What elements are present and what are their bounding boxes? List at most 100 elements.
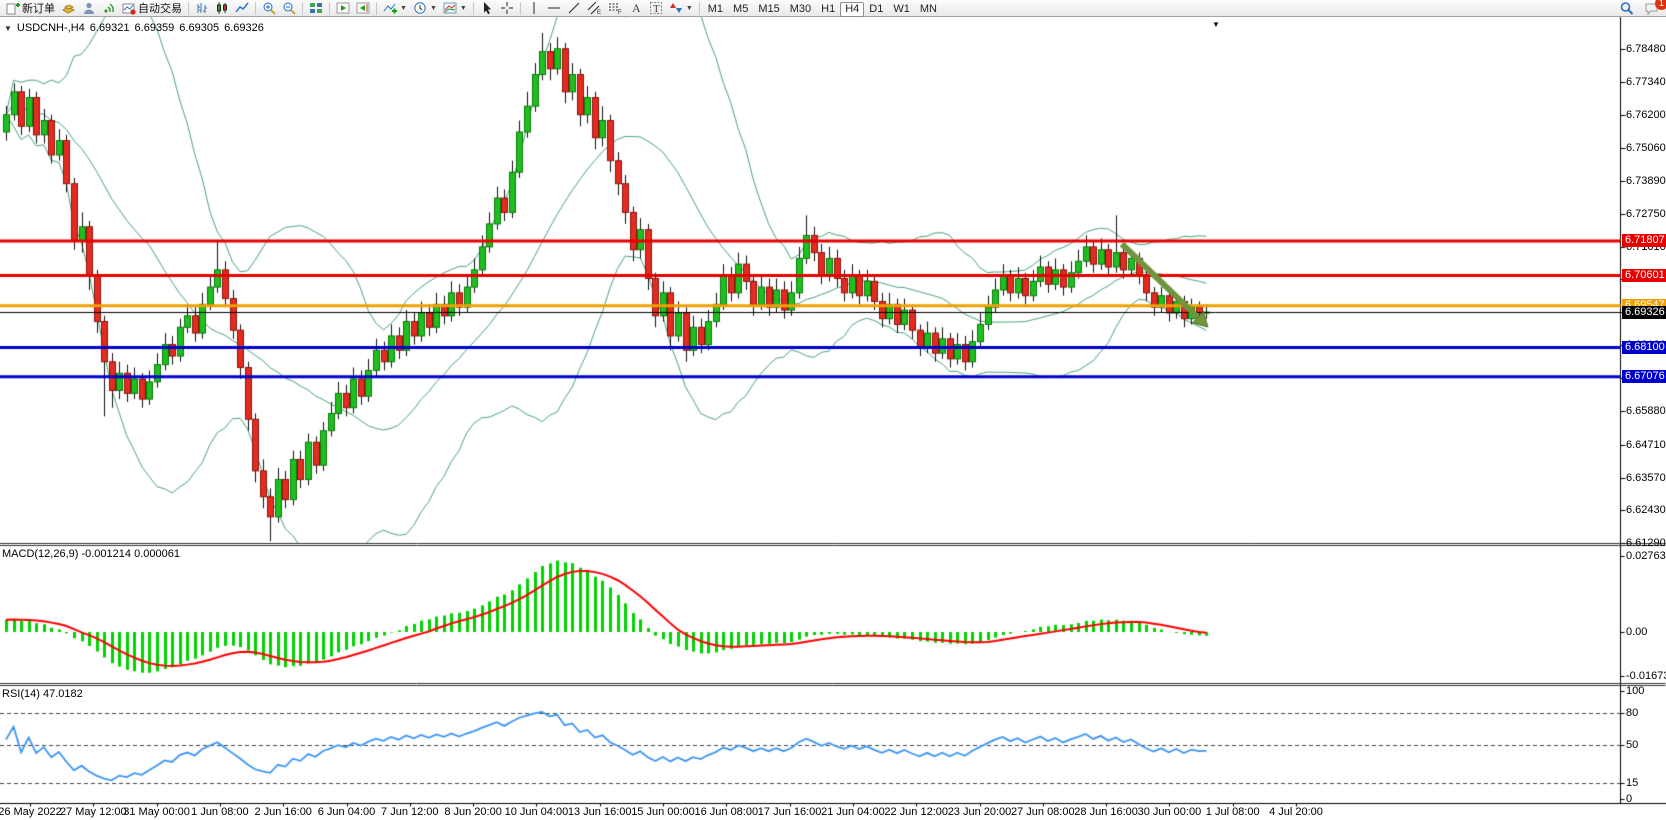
time-axis-label: 6 Jun 04:00 [318,806,376,818]
bar-chart-icon[interactable] [192,0,212,17]
chevron-down-icon: ▼ [430,5,437,12]
signals-icon[interactable] [99,0,119,17]
time-axis-label: 1 Jun 08:00 [191,806,249,818]
new-order-icon [6,1,20,15]
price-axis-label: 6.77340 [1626,76,1666,88]
hline-price-badge: 6.71807 [1622,234,1666,247]
time-axis-label: 27 May 12:00 [60,806,127,818]
svg-text:T: T [653,3,660,15]
indicators-icon[interactable]: ▼ [380,0,410,17]
chart-canvas[interactable] [0,0,1666,820]
toolbar-separator [699,2,700,15]
chevron-down-icon: ▼ [460,5,467,12]
hline-price-badge: 6.70601 [1622,269,1666,282]
toolbar-separator [302,2,303,15]
toolbar-separator [473,2,474,15]
price-axis-label: 6.72750 [1626,208,1666,220]
time-axis-label: 26 May 2022 [0,806,62,818]
toolbar-separator [376,2,377,15]
timeframe-button-m30[interactable]: M30 [785,2,816,17]
time-axis-label: 27 Jun 08:00 [1011,806,1075,818]
timeframe-button-h4[interactable]: H4 [840,2,864,17]
time-axis-label: 8 Jun 20:00 [444,806,502,818]
text-label-icon[interactable]: T [646,0,666,17]
macd-scale-label: 0.027633 [1626,550,1666,562]
time-axis-label: 2 Jun 16:00 [254,806,312,818]
zoom-out-icon[interactable] [279,0,299,17]
time-axis-label: 13 Jun 16:00 [568,806,632,818]
time-axis-label: 22 Jun 12:00 [884,806,948,818]
time-axis-label: 7 Jun 12:00 [381,806,439,818]
crosshair-icon[interactable] [497,0,517,17]
rsi-scale-label: 0 [1626,793,1632,805]
chat-badge: 1 [1655,0,1666,10]
auto-trading-button[interactable]: 自动交易 [119,1,185,16]
candlestick-chart-icon[interactable] [212,0,232,17]
vertical-line-icon[interactable] [524,0,544,17]
price-axis-label: 6.76200 [1626,109,1666,121]
search-icon[interactable] [1616,0,1637,17]
rsi-indicator-label: RSI(14) 47.0182 [2,688,83,700]
new-order-button[interactable]: 新订单 [3,1,58,16]
svg-text:A: A [632,1,641,15]
symbol-period-label: USDCNH-,H4 [17,22,85,34]
trendline-icon[interactable] [564,0,584,17]
time-axis-label: 21 Jun 04:00 [821,806,885,818]
timeframe-button-m1[interactable]: M1 [703,2,728,17]
ohlc-low: 6.69305 [179,22,219,34]
line-chart-icon[interactable] [232,0,252,17]
timeframe-button-d1[interactable]: D1 [864,2,888,17]
time-axis-label: 16 Jun 08:00 [694,806,758,818]
rsi-scale-label: 100 [1626,685,1644,697]
rsi-scale-label: 50 [1626,739,1638,751]
macd-indicator-label: MACD(12,26,9) -0.001214 0.000061 [2,548,180,560]
profile-icon[interactable] [79,0,99,17]
chart-shift-icon[interactable] [353,0,373,17]
auto-trading-icon [122,1,136,15]
chat-icon[interactable]: 1 [1641,0,1663,17]
cursor-icon[interactable] [477,0,497,17]
toolbar-separator [329,2,330,15]
timeframe-button-m5[interactable]: M5 [728,2,753,17]
market-watch-icon[interactable] [58,0,79,17]
time-axis-label: 23 Jun 20:00 [948,806,1012,818]
ohlc-close: 6.69326 [224,22,264,34]
price-axis-label: 6.65880 [1626,405,1666,417]
fibonacci-icon[interactable]: F [605,0,626,17]
tile-windows-icon[interactable] [306,0,326,17]
timeframe-button-w1[interactable]: W1 [888,2,915,17]
time-axis-label: 1 Jul 08:00 [1206,806,1260,818]
equidistant-channel-icon[interactable]: E [584,0,605,17]
macd-scale-label: 0.00 [1626,626,1647,638]
auto-scroll-icon[interactable] [333,0,353,17]
macd-scale-label: -0.016736 [1626,670,1666,682]
auto-trading-label: 自动交易 [138,0,182,16]
chart-symbol-title: ▼ USDCNH-,H4 6.69321 6.69359 6.69305 6.6… [4,22,264,34]
time-axis-label: 10 Jun 04:00 [505,806,569,818]
timeframe-button-mn[interactable]: MN [915,2,942,17]
templates-icon[interactable]: ▼ [440,0,470,17]
chevron-down-icon: ▼ [400,5,407,12]
current-price-badge: 6.69326 [1622,306,1666,319]
time-axis-label: 17 Jun 16:00 [758,806,822,818]
ohlc-high: 6.69359 [135,22,175,34]
toolbar-separator [520,2,521,15]
arrows-icon[interactable]: ▼ [666,0,696,17]
ohlc-open: 6.69321 [90,22,130,34]
price-axis-label: 6.73890 [1626,175,1666,187]
timeframe-button-m15[interactable]: M15 [753,2,784,17]
time-axis-label: 30 Jun 00:00 [1138,806,1202,818]
timeframe-button-h1[interactable]: H1 [816,2,840,17]
price-axis-label: 6.62430 [1626,504,1666,516]
rsi-scale-label: 15 [1626,777,1638,789]
zoom-in-icon[interactable] [259,0,279,17]
rsi-scale-label: 80 [1626,707,1638,719]
collapse-triangle-icon[interactable]: ▼ [4,24,12,33]
toolbar-separator [255,2,256,15]
chevron-down-icon: ▼ [686,5,693,12]
text-icon[interactable]: A [626,0,646,17]
price-axis-label: 6.78480 [1626,43,1666,55]
chart-shift-marker-icon: ▼ [1212,20,1220,29]
periods-icon[interactable]: ▼ [410,0,440,17]
horizontal-line-icon[interactable] [544,0,564,17]
